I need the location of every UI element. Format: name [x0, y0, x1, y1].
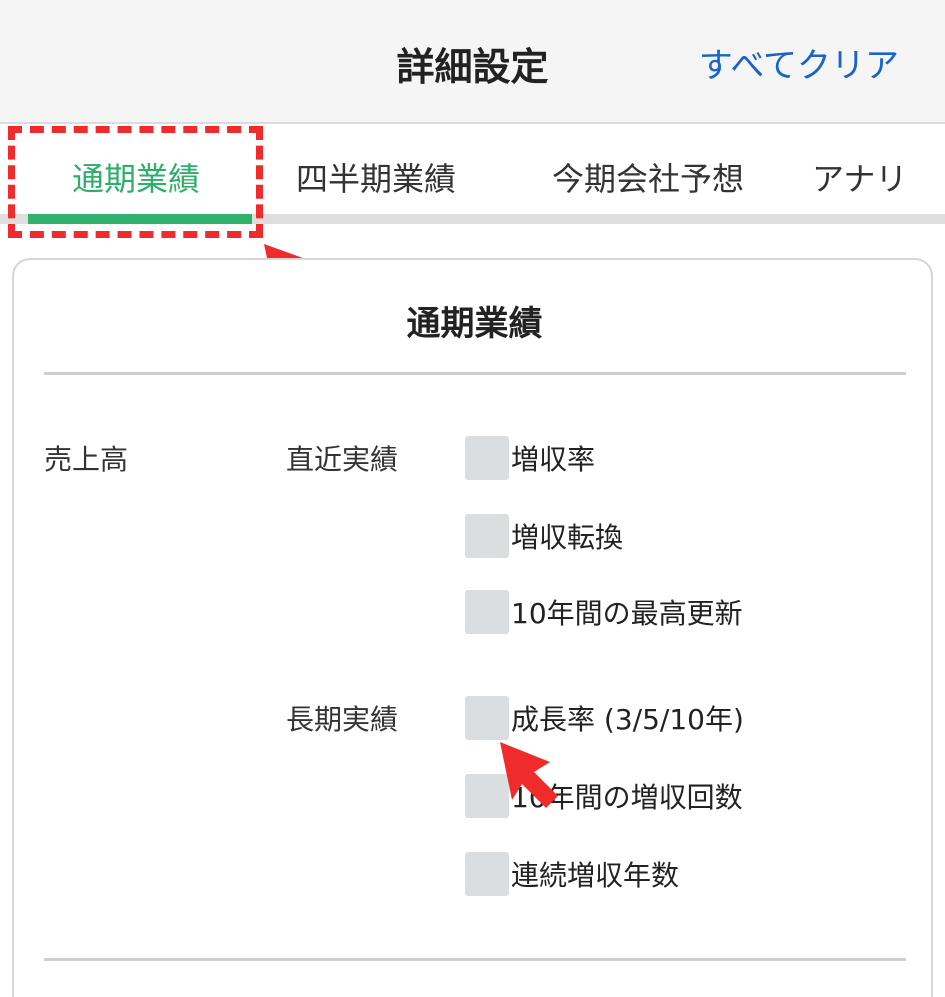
- tab-company-forecast[interactable]: 今期会社予想: [552, 154, 744, 200]
- option-10yr-high-record[interactable]: 10年間の最高更新: [465, 590, 743, 634]
- divider: [44, 372, 906, 375]
- pointer-arrow-icon: [500, 742, 558, 808]
- checkbox[interactable]: [465, 852, 509, 896]
- option-revenue-growth-rate[interactable]: 増収率: [465, 436, 595, 480]
- checkbox[interactable]: [465, 514, 509, 558]
- option-label: 成長率 (3/5/10年): [511, 703, 744, 736]
- clear-all-button[interactable]: すべてクリア: [699, 38, 899, 87]
- option-growth-rate[interactable]: 成長率 (3/5/10年): [465, 696, 744, 740]
- option-label: 増収率: [511, 443, 596, 476]
- group-label-recent: 直近実績: [286, 443, 399, 476]
- option-label: 連続増収年数: [511, 859, 680, 892]
- tab-analyst[interactable]: アナリ: [812, 154, 907, 200]
- group-label-longterm: 長期実績: [286, 703, 399, 736]
- option-label: 増収転換: [511, 521, 624, 554]
- option-revenue-turnaround[interactable]: 増収転換: [465, 514, 623, 558]
- checkbox[interactable]: [465, 436, 509, 480]
- annual-results-card: 通期業績 売上高 直近実績 増収率 増収転換 10年間の最高更新 長期実績 成長…: [12, 258, 933, 997]
- section-title: 通期業績: [406, 304, 543, 344]
- divider: [44, 958, 906, 961]
- checkbox[interactable]: [465, 590, 509, 634]
- tab-highlight-annotation: [8, 126, 263, 238]
- category-label: 売上高: [44, 443, 129, 476]
- option-label: 10年間の最高更新: [511, 597, 743, 630]
- tab-quarterly-results[interactable]: 四半期業績: [296, 154, 456, 200]
- option-consecutive-increase-years[interactable]: 連続増収年数: [465, 852, 679, 896]
- header-bar: 詳細設定 すべてクリア: [0, 0, 945, 124]
- checkbox[interactable]: [465, 696, 509, 740]
